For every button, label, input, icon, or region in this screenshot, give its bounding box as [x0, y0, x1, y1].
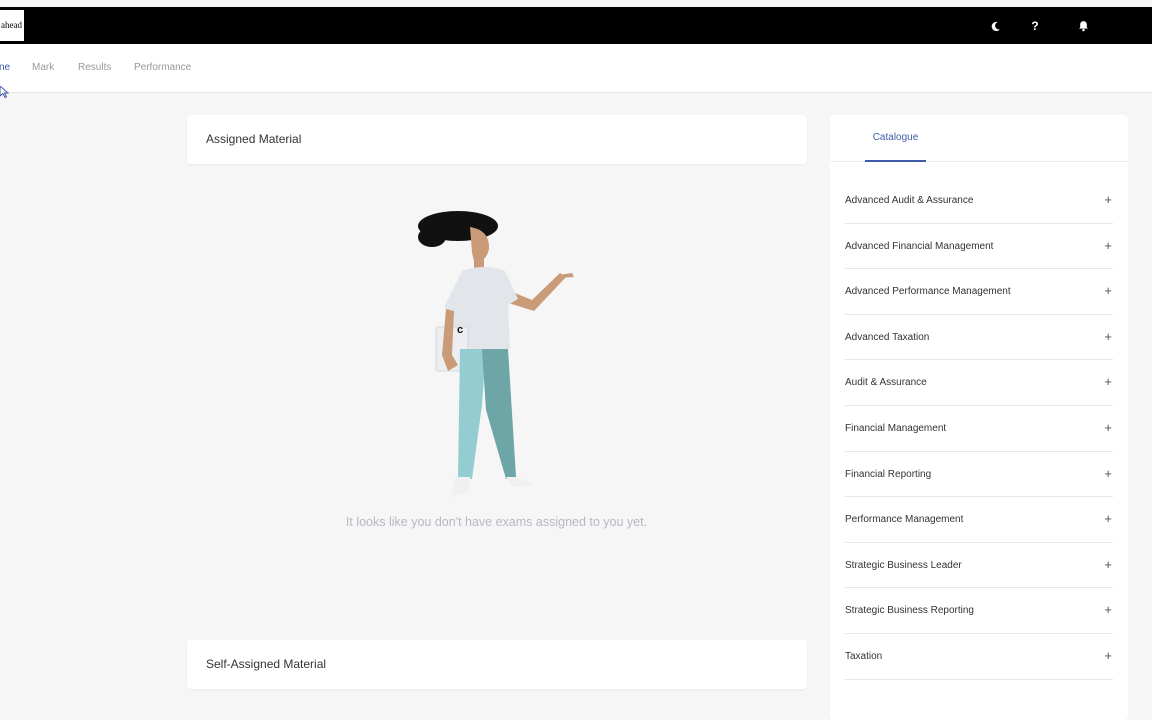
catalogue-panel: Catalogue Advanced Audit & Assurance + A… — [830, 115, 1128, 720]
catalogue-item-strategic-business-reporting[interactable]: Strategic Business Reporting + — [845, 588, 1113, 634]
expand-plus-icon[interactable]: + — [1104, 239, 1112, 252]
catalogue-item-label: Advanced Taxation — [845, 331, 930, 343]
help-icon[interactable]: ? — [1026, 17, 1044, 35]
expand-plus-icon[interactable]: + — [1104, 467, 1112, 480]
nav-performance[interactable]: Performance — [134, 62, 191, 73]
svg-text:c: c — [457, 324, 463, 336]
self-assigned-material-card: Self-Assigned Material — [187, 640, 807, 689]
catalogue-item-advanced-taxation[interactable]: Advanced Taxation + — [845, 315, 1113, 361]
catalogue-item-audit-assurance[interactable]: Audit & Assurance + — [845, 360, 1113, 406]
catalogue-item-label: Performance Management — [845, 514, 964, 526]
catalogue-list: Advanced Audit & Assurance + Advanced Fi… — [845, 178, 1113, 680]
catalogue-item-advanced-performance-management[interactable]: Advanced Performance Management + — [845, 269, 1113, 315]
brand-logo-text: ahead — [1, 20, 22, 30]
expand-plus-icon[interactable]: + — [1104, 649, 1112, 662]
catalogue-item-advanced-audit-assurance[interactable]: Advanced Audit & Assurance + — [845, 178, 1113, 224]
catalogue-item-financial-reporting[interactable]: Financial Reporting + — [845, 452, 1113, 498]
nav-home[interactable]: ne — [0, 62, 10, 73]
bell-icon[interactable] — [1074, 17, 1092, 35]
catalogue-item-label: Strategic Business Reporting — [845, 605, 974, 617]
assigned-material-title: Assigned Material — [206, 132, 302, 146]
catalogue-item-strategic-business-leader[interactable]: Strategic Business Leader + — [845, 543, 1113, 589]
expand-plus-icon[interactable]: + — [1104, 558, 1112, 571]
top-bar: ahead ? — [0, 7, 1152, 44]
catalogue-item-label: Financial Management — [845, 422, 947, 434]
catalogue-item-advanced-financial-management[interactable]: Advanced Financial Management + — [845, 224, 1113, 270]
catalogue-tabbar: Catalogue — [830, 115, 1128, 162]
catalogue-item-performance-management[interactable]: Performance Management + — [845, 497, 1113, 543]
nav-mark[interactable]: Mark — [32, 62, 54, 73]
expand-plus-icon[interactable]: + — [1104, 193, 1112, 206]
expand-plus-icon[interactable]: + — [1104, 603, 1112, 616]
catalogue-item-label: Advanced Performance Management — [845, 286, 1011, 298]
nav-bar: ne Mark Results Performance — [0, 44, 1152, 93]
self-assigned-material-title: Self-Assigned Material — [206, 657, 327, 671]
catalogue-item-label: Advanced Audit & Assurance — [845, 195, 974, 206]
expand-plus-icon[interactable]: + — [1104, 421, 1112, 434]
nav-results[interactable]: Results — [78, 62, 111, 73]
expand-plus-icon[interactable]: + — [1104, 375, 1112, 388]
mouse-pointer-icon — [0, 86, 9, 98]
assigned-material-card: Assigned Material — [187, 115, 807, 164]
catalogue-item-label: Advanced Financial Management — [845, 240, 994, 252]
empty-state-illustration: c — [418, 211, 574, 497]
empty-state-message: It looks like you don't have exams assig… — [345, 515, 648, 529]
catalogue-item-label: Taxation — [845, 650, 883, 662]
brand-logo[interactable]: ahead — [0, 10, 24, 41]
expand-plus-icon[interactable]: + — [1104, 330, 1112, 343]
catalogue-item-financial-management[interactable]: Financial Management + — [845, 406, 1113, 452]
catalogue-item-label: Audit & Assurance — [845, 377, 927, 389]
catalogue-item-label: Strategic Business Leader — [845, 559, 962, 571]
expand-plus-icon[interactable]: + — [1104, 284, 1112, 297]
catalogue-item-label: Financial Reporting — [845, 468, 932, 480]
expand-plus-icon[interactable]: + — [1104, 512, 1112, 525]
moon-icon[interactable] — [986, 17, 1004, 35]
tab-catalogue[interactable]: Catalogue — [865, 115, 926, 162]
catalogue-item-taxation[interactable]: Taxation + — [845, 634, 1113, 680]
